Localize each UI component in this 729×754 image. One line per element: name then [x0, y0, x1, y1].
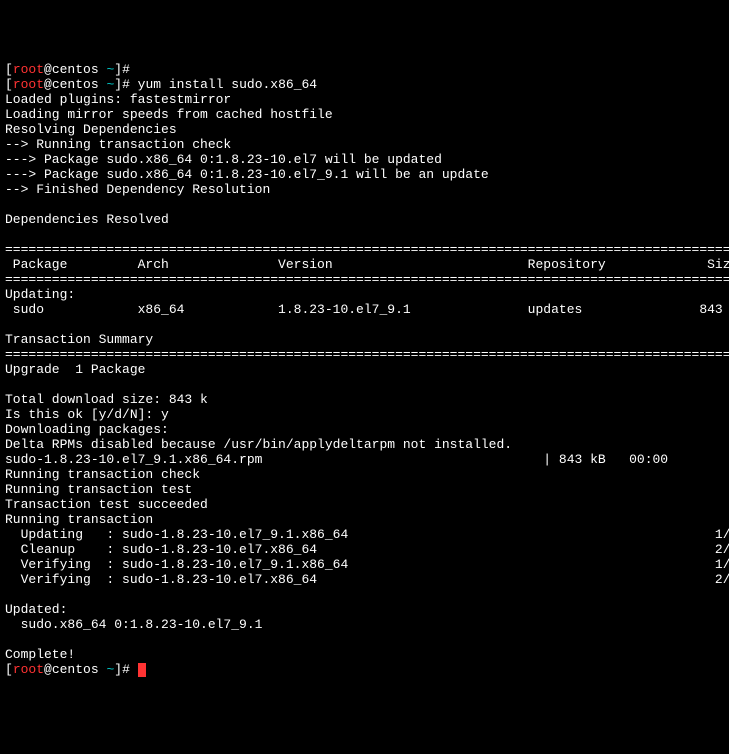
output-line: Loaded plugins: fastestmirror: [5, 92, 231, 107]
output-line: ---> Package sudo.x86_64 0:1.8.23-10.el7…: [5, 152, 442, 167]
output-line: Cleanup : sudo-1.8.23-10.el7.x86_64 2/2: [5, 542, 729, 557]
output-line: Dependencies Resolved: [5, 212, 169, 227]
separator-line: ========================================…: [5, 347, 729, 362]
output-line: Running transaction: [5, 512, 153, 527]
separator-line: ========================================…: [5, 272, 729, 287]
output-line: Updating:: [5, 287, 75, 302]
prompt-host: @centos: [44, 662, 106, 677]
output-line: Upgrade 1 Package: [5, 362, 145, 377]
output-line: Transaction Summary: [5, 332, 153, 347]
output-line: --> Running transaction check: [5, 137, 231, 152]
output-line: Resolving Dependencies: [5, 122, 177, 137]
bracket: [: [5, 662, 13, 677]
prompt-user: root: [13, 77, 44, 92]
prompt-host: @centos: [44, 62, 106, 77]
output-line: Running transaction check: [5, 467, 200, 482]
command-text: yum install sudo.x86_64: [130, 77, 317, 92]
output-line: Verifying : sudo-1.8.23-10.el7.x86_64 2/…: [5, 572, 729, 587]
table-row: sudo x86_64 1.8.23-10.el7_9.1 updates 84…: [5, 302, 729, 317]
bracket: [: [5, 77, 13, 92]
output-line: Updating : sudo-1.8.23-10.el7_9.1.x86_64…: [5, 527, 729, 542]
output-line: sudo-1.8.23-10.el7_9.1.x86_64.rpm | 843 …: [5, 452, 668, 467]
prompt-line-3[interactable]: [root@centos ~]#: [5, 662, 146, 677]
prompt-path: ~: [106, 662, 114, 677]
prompt-line-1: [root@centos ~]#: [5, 62, 130, 77]
output-line: Transaction test succeeded: [5, 497, 208, 512]
prompt-end: ]#: [114, 662, 137, 677]
output-line: Delta RPMs disabled because /usr/bin/app…: [5, 437, 512, 452]
output-line: Running transaction test: [5, 482, 192, 497]
output-line: Loading mirror speeds from cached hostfi…: [5, 107, 333, 122]
table-header: Package Arch Version Repository Size: [5, 257, 729, 272]
output-line: Updated:: [5, 602, 67, 617]
prompt-line-2: [root@centos ~]# yum install sudo.x86_64: [5, 77, 317, 92]
separator-line: ========================================…: [5, 242, 729, 257]
bracket: [: [5, 62, 13, 77]
output-line: Total download size: 843 k: [5, 392, 208, 407]
output-line: --> Finished Dependency Resolution: [5, 182, 270, 197]
output-line: ---> Package sudo.x86_64 0:1.8.23-10.el7…: [5, 167, 489, 182]
output-line: sudo.x86_64 0:1.8.23-10.el7_9.1: [5, 617, 262, 632]
output-line: Verifying : sudo-1.8.23-10.el7_9.1.x86_6…: [5, 557, 729, 572]
output-line: Downloading packages:: [5, 422, 169, 437]
prompt-host: @centos: [44, 77, 106, 92]
prompt-end: ]#: [114, 62, 130, 77]
output-line: Complete!: [5, 647, 75, 662]
cursor-icon: [138, 663, 146, 677]
prompt-end: ]#: [114, 77, 130, 92]
prompt-user: root: [13, 62, 44, 77]
output-line: Is this ok [y/d/N]: y: [5, 407, 169, 422]
terminal-output: [root@centos ~]# [root@centos ~]# yum in…: [5, 62, 724, 677]
prompt-user: root: [13, 662, 44, 677]
